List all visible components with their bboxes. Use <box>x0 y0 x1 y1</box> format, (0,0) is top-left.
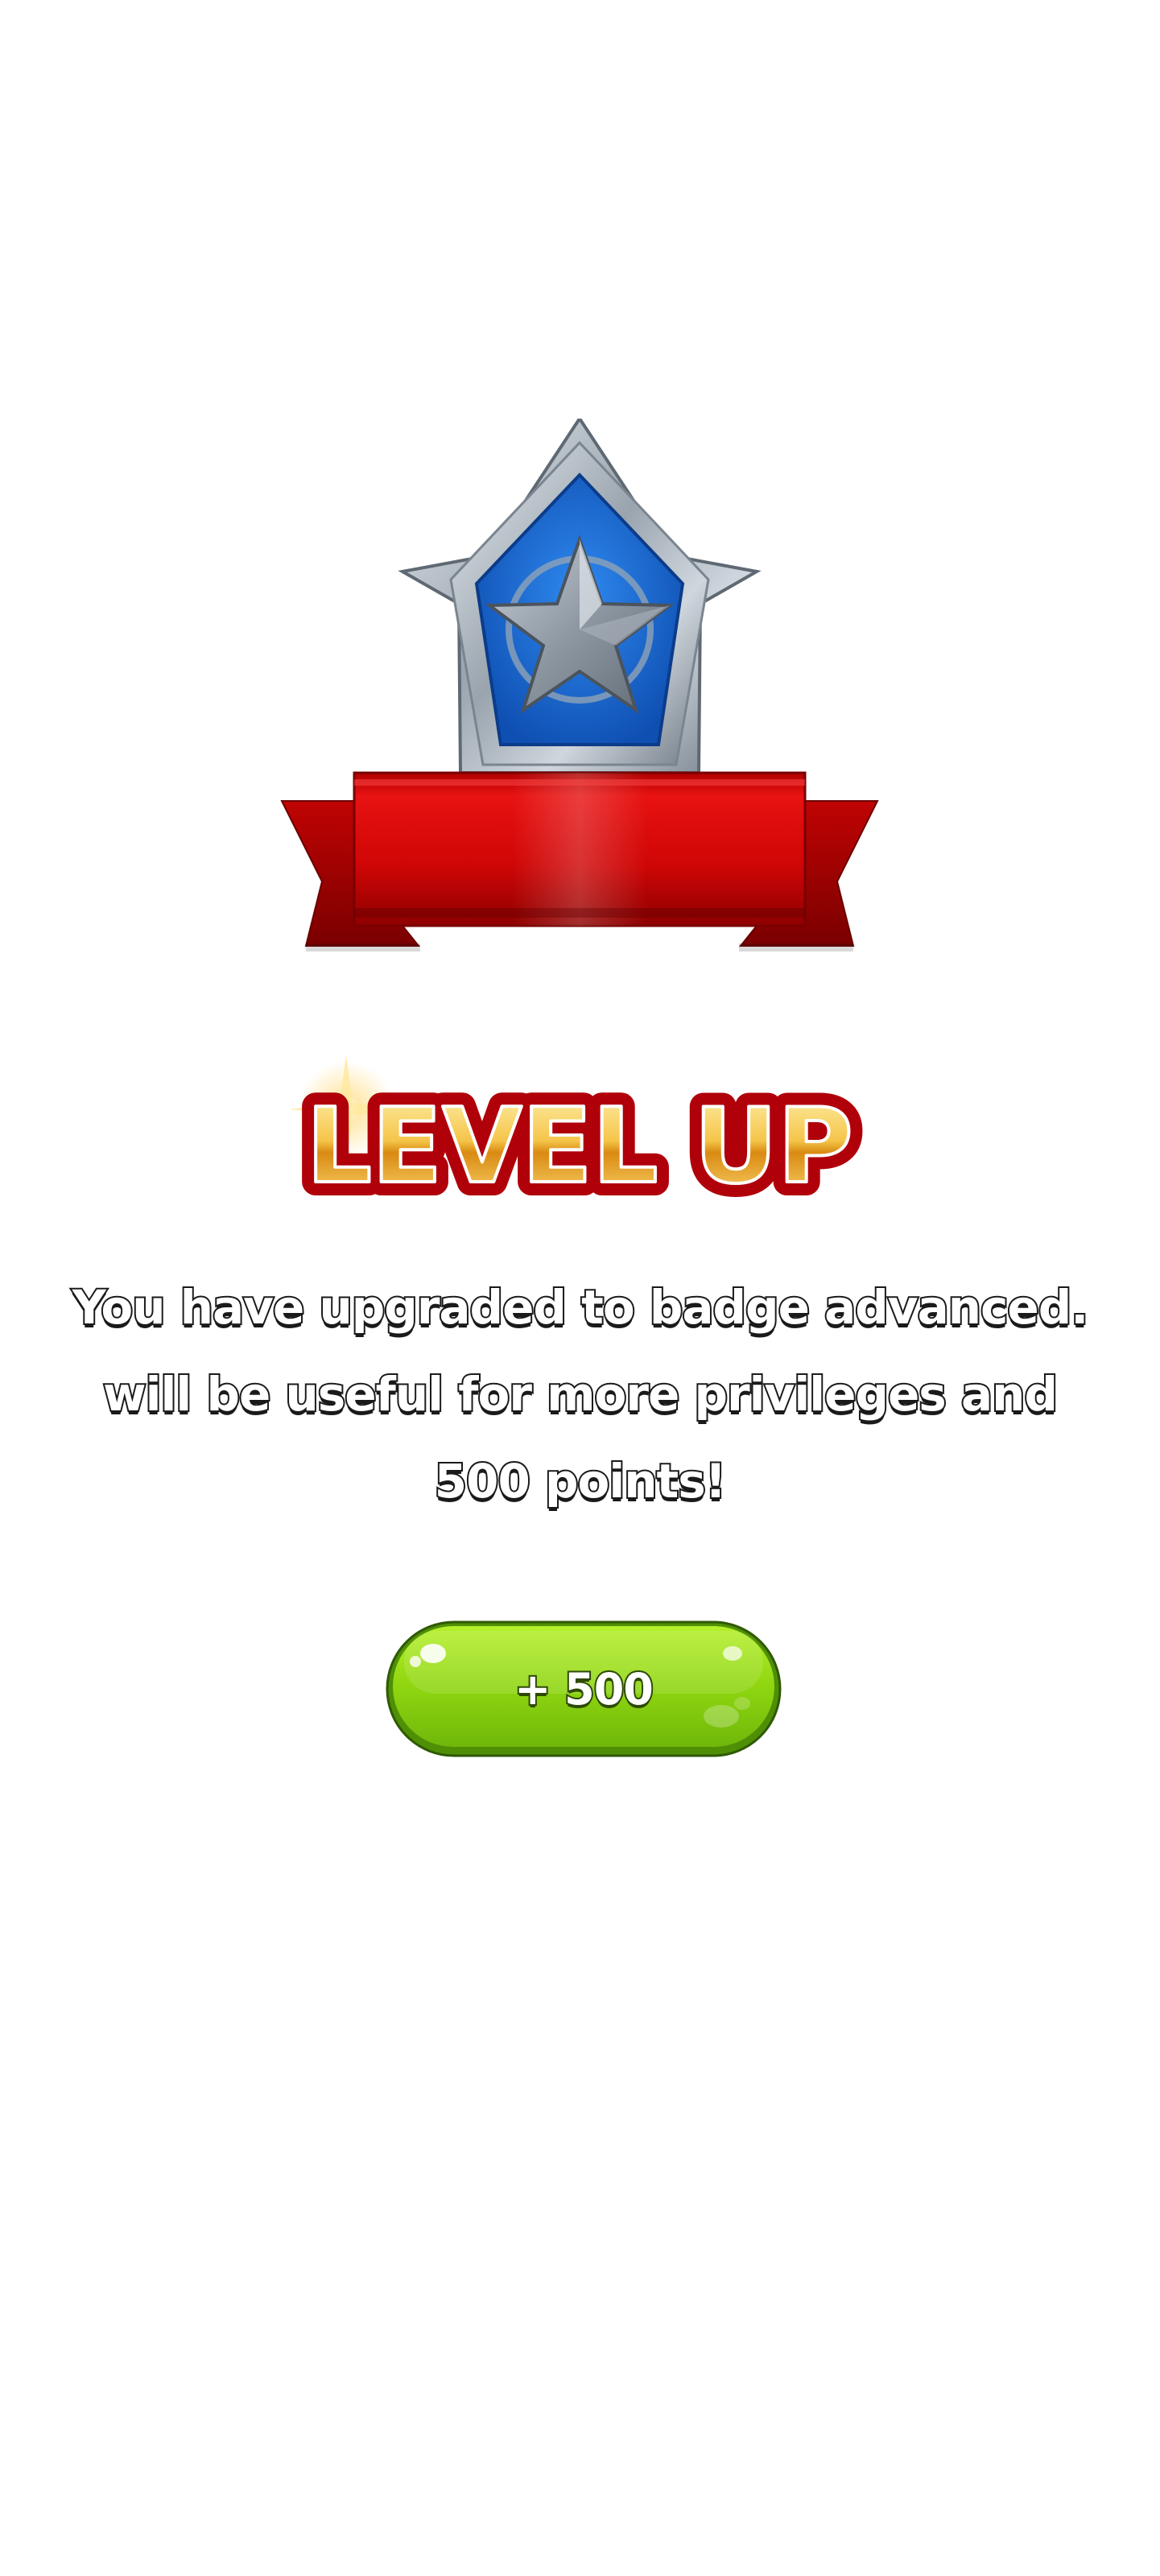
claim-reward-button[interactable]: + 500 <box>385 1620 782 1758</box>
reward-amount-label: + 500 <box>513 1662 655 1716</box>
level-up-title: LEVEL UP LEVEL UP <box>274 1046 885 1224</box>
message-line: You have upgraded to badge advanced. <box>71 1278 1091 1336</box>
badge-illustration <box>274 419 885 998</box>
level-up-title-text: LEVEL UP <box>306 1087 852 1207</box>
message-line: will be useful for more privileges and <box>101 1365 1059 1423</box>
message-line: 500 points! <box>433 1452 729 1510</box>
star-badge-icon <box>280 419 879 952</box>
upgrade-message: You have upgraded to badge advanced. wil… <box>48 1264 1112 1525</box>
